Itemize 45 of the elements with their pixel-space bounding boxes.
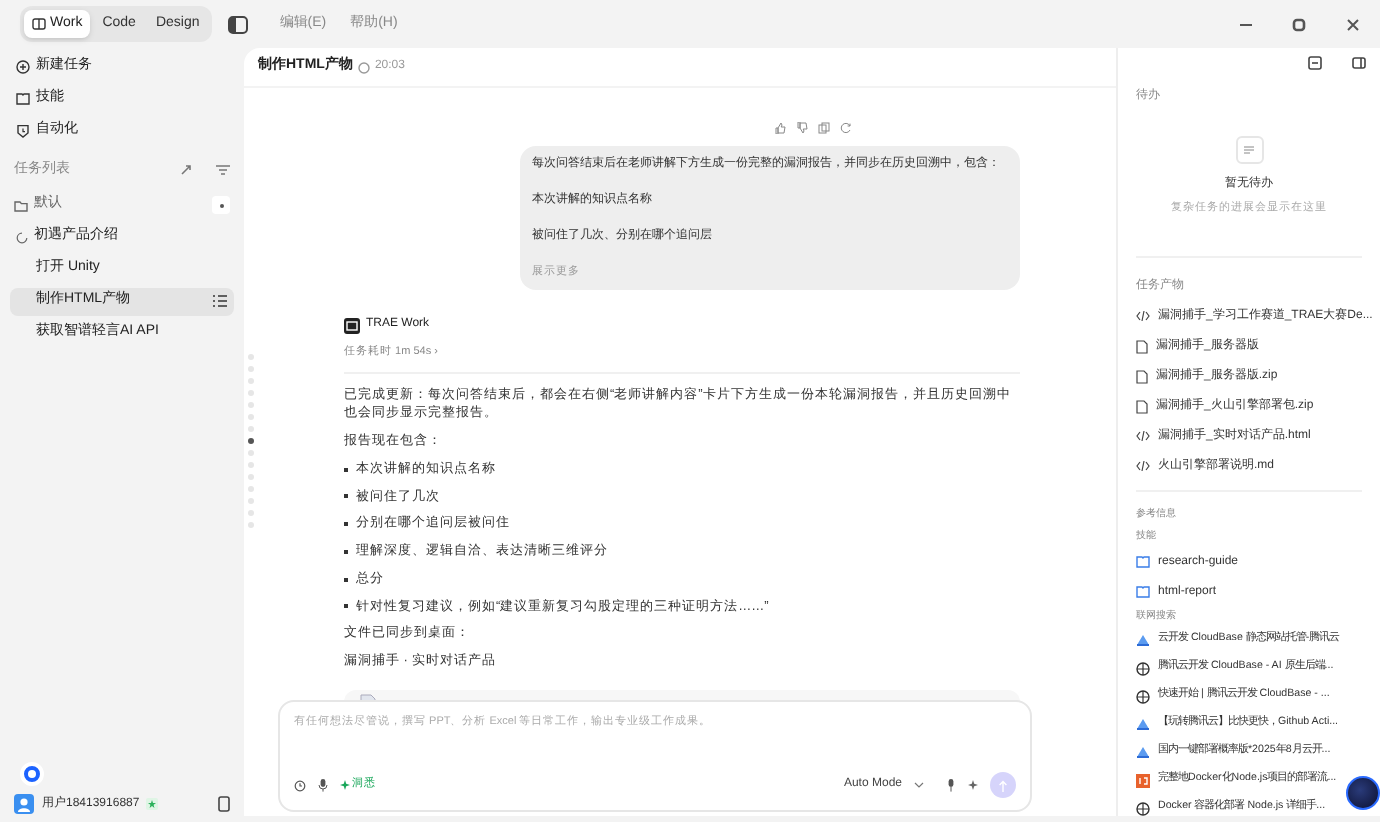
cloud-icon [1136, 634, 1150, 647]
refresh-icon[interactable] [840, 122, 852, 134]
minimize-icon[interactable] [1240, 23, 1252, 25]
globe-icon [1136, 801, 1150, 816]
arrow-up-icon [998, 779, 1008, 791]
code-icon [1136, 310, 1150, 323]
thumbs-up-icon[interactable] [774, 122, 786, 134]
collapse-icon[interactable] [180, 164, 192, 177]
folder-icon [14, 199, 28, 211]
sidebar-icon[interactable] [1352, 56, 1366, 71]
thumbs-down-icon[interactable] [796, 122, 808, 134]
list-icon[interactable] [212, 294, 228, 308]
caret-icon [914, 782, 924, 788]
badge-icon [145, 798, 158, 810]
floating-avatar-icon[interactable] [1346, 776, 1380, 810]
book-icon [16, 92, 30, 106]
book-icon [1136, 556, 1150, 569]
cloud-icon [1136, 746, 1150, 759]
microphone-icon[interactable] [946, 778, 956, 792]
sidebar-toggle-icon[interactable] [227, 15, 248, 33]
phone-icon[interactable] [218, 796, 230, 812]
filter-icon[interactable] [216, 164, 230, 177]
close-icon[interactable] [1346, 17, 1360, 31]
code-icon [1136, 773, 1150, 788]
spinner-icon [16, 231, 28, 243]
code-icon [1136, 460, 1150, 473]
plus-icon [16, 60, 30, 74]
avatar-icon[interactable] [14, 794, 34, 814]
window-icon [32, 18, 46, 30]
list-icon [1235, 135, 1263, 164]
sparkle-icon [340, 780, 350, 790]
code-icon [1136, 430, 1150, 443]
book-icon [1136, 586, 1150, 599]
cloud-icon [1136, 718, 1150, 731]
microphone-icon[interactable] [318, 778, 328, 792]
add-button[interactable] [212, 196, 230, 214]
globe-icon [1136, 661, 1150, 676]
restore-icon[interactable] [1292, 17, 1306, 31]
copy-icon[interactable] [818, 122, 830, 134]
app-logo-icon [344, 317, 360, 334]
globe-icon [1136, 689, 1150, 704]
sparkle-icon[interactable] [968, 780, 978, 790]
panel-icon[interactable] [1308, 56, 1322, 71]
assistant-icon[interactable] [20, 762, 44, 786]
history-icon[interactable] [294, 779, 306, 791]
